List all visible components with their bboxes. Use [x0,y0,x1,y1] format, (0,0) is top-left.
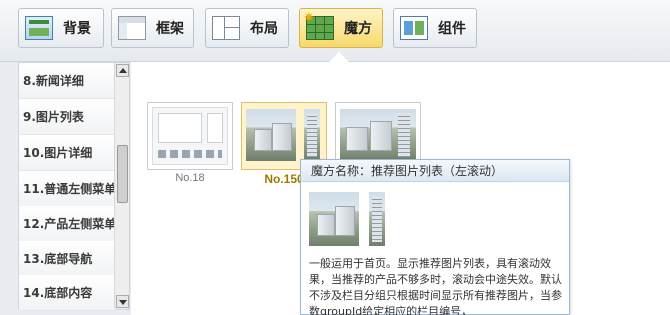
layout-icon [212,16,240,40]
list-item[interactable]: 8.新闻详细 [19,63,115,99]
magic-cube-category-list: 8.新闻详细 9.图片列表 10.图片详细 11.普通左侧菜单 12.产品左侧菜… [18,62,130,311]
thumbnail-image [152,107,228,165]
background-icon [25,16,53,40]
top-toolbar: 背景 框架 布局 ✷ 魔方 组件 [0,0,670,62]
list-item[interactable]: 14.底部内容 [19,275,115,311]
widget-button-label: 组件 [438,21,466,37]
magic-cube-icon: ✷ [303,11,334,40]
magic-cube-button[interactable]: ✷ 魔方 [299,8,383,48]
frame-button[interactable]: 框架 [111,8,194,48]
frame-button-label: 框架 [156,21,184,37]
tooltip-description: 一般运用于首页。显示推荐图片列表，具有滚动效果，当推荐的产品不够多时，滚动会中途… [309,257,562,315]
magic-cube-tooltip: 魔方名称：推荐图片列表（左滚动） 一般运用于首页。显示推荐图片列表，具有滚动效果… [300,159,570,315]
layout-button-label: 布局 [250,21,278,37]
background-button-label: 背景 [63,21,91,37]
sidebar-scrollbar[interactable] [114,63,129,309]
thumbnail-image [304,109,320,161]
sparkle-icon: ✷ [303,10,315,26]
frame-icon [118,16,146,40]
widget-icon [400,16,428,40]
widget-button[interactable]: 组件 [393,8,477,48]
thumbnail-label: No.18 [175,172,205,184]
tooltip-title: 魔方名称：推荐图片列表（左滚动） [301,160,569,182]
list-item[interactable]: 13.底部导航 [19,241,115,277]
list-item[interactable]: 9.图片列表 [19,99,115,135]
thumbnail-image [340,109,416,161]
thumbnail-card[interactable] [147,102,233,170]
active-tab-pointer [329,52,349,62]
layout-button[interactable]: 布局 [205,8,289,48]
thumbnail-image [246,109,296,161]
list-item[interactable]: 10.图片详细 [19,135,115,171]
scroll-up-arrow-icon[interactable] [116,64,129,77]
scroll-thumb[interactable] [117,145,128,203]
tooltip-preview-image [309,192,359,246]
tooltip-preview-image [369,192,385,246]
magic-cube-button-label: 魔方 [344,21,372,37]
list-item[interactable]: 11.普通左侧菜单 [19,171,115,207]
list-item[interactable]: 12.产品左侧菜单 [19,206,115,242]
scroll-down-arrow-icon[interactable] [116,295,129,308]
background-button[interactable]: 背景 [18,8,104,48]
